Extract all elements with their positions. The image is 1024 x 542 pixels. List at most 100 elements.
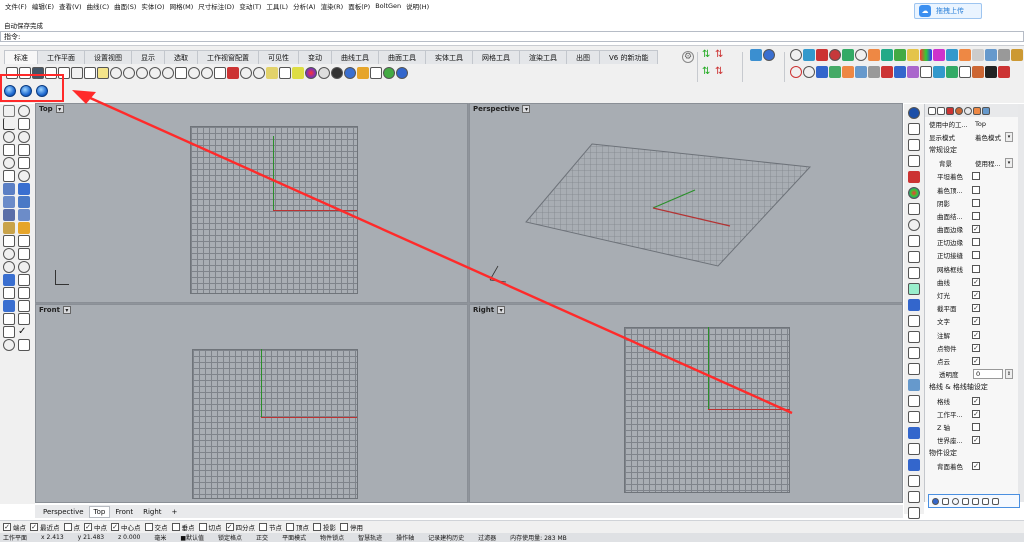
command-panel-icon[interactable] (908, 475, 920, 487)
vp-tab-top[interactable]: Top (88, 505, 111, 518)
join-icon[interactable] (3, 247, 15, 260)
tool-z-icon[interactable] (881, 66, 893, 78)
menu-boltgen[interactable]: BoltGen (375, 2, 401, 10)
osnap-item[interactable]: 切点 (198, 522, 222, 532)
mesh-panel-icon[interactable] (908, 411, 920, 423)
display-option-checkbox[interactable] (972, 238, 980, 247)
cut-icon[interactable] (71, 67, 83, 79)
analyze-icon[interactable] (3, 338, 15, 351)
ime-punct-icon[interactable] (962, 497, 969, 505)
add-viewport-icon[interactable]: + (167, 506, 183, 518)
menu-render[interactable]: 渲染(R) (321, 1, 344, 11)
display-option-checkbox[interactable]: ✓ (972, 317, 980, 326)
tool-bb-icon[interactable] (907, 66, 919, 78)
history-icon[interactable] (18, 338, 30, 351)
vp-tab-front[interactable]: Front (110, 506, 138, 518)
text-icon[interactable] (18, 312, 30, 325)
render-sphere-icon[interactable] (908, 107, 920, 119)
zoom-selected-icon[interactable] (188, 67, 200, 79)
snapshots-icon[interactable] (908, 251, 920, 263)
ime-icon[interactable] (932, 497, 939, 505)
osnap-checkbox[interactable] (63, 523, 72, 531)
tool-u-icon[interactable] (816, 66, 828, 78)
display-option-checkbox[interactable]: ✓ (972, 291, 980, 300)
menu-panels[interactable]: 面板(P) (348, 1, 370, 11)
display-option-checkbox[interactable] (972, 172, 980, 181)
trim-icon[interactable] (3, 234, 15, 247)
blocks-icon[interactable] (908, 395, 920, 407)
status-item[interactable]: 物件锁点 (320, 533, 344, 542)
ellipse-icon[interactable] (3, 156, 15, 169)
cube-icon[interactable] (908, 155, 920, 167)
tool-e-icon[interactable] (842, 49, 854, 61)
ime-chinese-icon[interactable] (942, 497, 949, 505)
status-item[interactable]: 正交 (256, 533, 268, 542)
menu-analyze[interactable]: 分析(A) (293, 1, 316, 11)
status-item[interactable]: 记录建构历史 (428, 533, 464, 542)
osnap-item[interactable]: ✓ 端点 (3, 522, 26, 532)
display-mode-value[interactable]: 着色模式 (975, 132, 1001, 142)
layer-icon[interactable] (3, 325, 15, 338)
gumball-rotate-icon[interactable]: ⇅ (702, 66, 714, 78)
panel-scrollbar[interactable] (1018, 104, 1024, 502)
undo-icon[interactable] (110, 67, 122, 79)
info-icon[interactable] (763, 49, 775, 61)
tool-p-icon[interactable] (985, 49, 997, 61)
tool-h-icon[interactable] (881, 49, 893, 61)
triangle-icon[interactable] (3, 143, 15, 156)
tool-aa-icon[interactable] (894, 66, 906, 78)
osnap-checkbox[interactable] (171, 523, 180, 531)
curve-icon[interactable] (18, 117, 30, 130)
viewport-right[interactable]: Right ▾ (469, 304, 903, 503)
tool-ii-icon[interactable] (998, 66, 1010, 78)
tab-mesh-tools[interactable]: 网格工具 (472, 50, 520, 64)
menu-view[interactable]: 查看(V) (59, 1, 82, 11)
paste-icon[interactable] (97, 67, 109, 79)
color-wheel-icon[interactable] (908, 187, 920, 199)
tool-m-icon[interactable] (946, 49, 958, 61)
menu-curve[interactable]: 曲线(C) (87, 1, 110, 11)
arc-icon[interactable] (18, 130, 30, 143)
point-icon[interactable] (240, 67, 252, 79)
osnap-checkbox[interactable]: ✓ (111, 523, 119, 531)
osnap-item[interactable]: ✓ 最近点 (30, 522, 60, 532)
vp-tab-right[interactable]: Right (138, 506, 166, 518)
spinner-icon[interactable]: ⇕ (1005, 369, 1013, 380)
status-item[interactable]: 智慧轨迹 (358, 533, 382, 542)
tool-o-icon[interactable] (972, 49, 984, 61)
upload-button[interactable]: ☁ 拖拽上传 (914, 3, 982, 19)
zoom-extents-icon[interactable] (175, 67, 187, 79)
osnap-checkbox[interactable]: ✓ (30, 523, 38, 531)
menu-tools[interactable]: 工具(L) (266, 1, 288, 11)
hatch-icon[interactable] (908, 443, 920, 455)
copy-icon[interactable] (84, 67, 96, 79)
tool-j-icon[interactable] (907, 49, 919, 61)
cylinder-icon[interactable] (18, 208, 30, 221)
gear-icon[interactable]: ⚙ (682, 51, 694, 63)
tool-ff-icon[interactable] (959, 66, 971, 78)
tool-s-icon[interactable] (790, 66, 802, 78)
menu-help[interactable]: 说明(H) (406, 1, 429, 11)
tool-cc-icon[interactable] (920, 66, 932, 78)
osnap-checkbox[interactable] (286, 523, 294, 531)
check-icon[interactable]: ✓ (18, 326, 30, 338)
osnap-checkbox[interactable] (198, 523, 207, 531)
osnap-item[interactable]: ✓ 四分点 (225, 522, 255, 532)
osnap-item[interactable]: 顶点 (286, 522, 309, 532)
zoom-window-icon[interactable] (162, 67, 174, 79)
snap-icon[interactable] (253, 67, 265, 79)
display-option-checkbox[interactable] (972, 211, 980, 220)
panel-tab-icon[interactable] (973, 106, 981, 115)
tool-a-icon[interactable] (790, 49, 802, 61)
display-option-checkbox[interactable]: ✓ (972, 343, 980, 352)
extrude-icon[interactable] (3, 195, 15, 208)
vp-tab-perspective[interactable]: Perspective (38, 506, 89, 518)
zoom-icon[interactable] (149, 67, 161, 79)
display-panel-icon[interactable] (908, 427, 920, 439)
tab-render-tools[interactable]: 渲染工具 (519, 50, 567, 64)
ime-keyboard-icon[interactable] (972, 497, 979, 505)
four-viewports-icon[interactable] (214, 67, 226, 79)
tool-hh-icon[interactable] (985, 66, 997, 78)
osnap-checkbox[interactable]: ✓ (3, 523, 11, 531)
grid-option-checkbox[interactable]: ✓ (972, 409, 980, 418)
